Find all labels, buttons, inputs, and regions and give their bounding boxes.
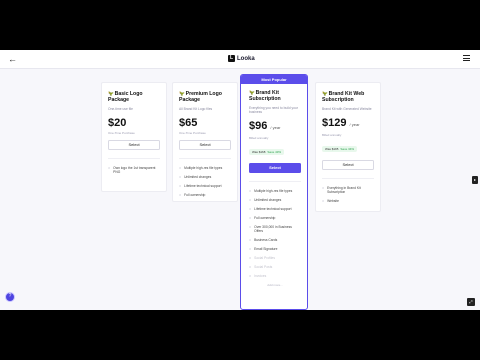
- plan-title: 🦖Brand Kit Web Subscription: [322, 91, 365, 104]
- feature-item: ○ Multiple high-res file types: [179, 165, 223, 170]
- expand-icon[interactable]: ⤢: [467, 298, 475, 306]
- check-icon: ○: [249, 206, 252, 211]
- brand-mark-icon: L: [228, 55, 235, 62]
- back-button[interactable]: ←: [8, 54, 17, 64]
- feature-list: ○ Multiple high-res file types ○ Unlimited…: [179, 166, 231, 197]
- brand-name: Looka: [237, 55, 255, 62]
- plan-price: $20: [108, 116, 127, 129]
- plan-card-brand-kit: Most Popular 🦖Brand Kit Subscription Eve…: [240, 74, 308, 310]
- check-icon: ○: [179, 192, 182, 197]
- plan-price: $96 / year: [249, 119, 281, 132]
- check-icon: ○: [249, 273, 252, 278]
- check-icon: ○: [322, 185, 325, 190]
- divider: [249, 180, 301, 182]
- brand-logo[interactable]: L Looka: [228, 55, 255, 62]
- most-popular-banner: Most Popular: [241, 75, 307, 84]
- feature-item: ○ Social Posts: [249, 264, 273, 269]
- feature-item: ○ Own logo the 1st transparent PNG: [108, 165, 156, 174]
- feature-item: ○ Lifetime technical support: [249, 206, 292, 211]
- check-icon: ○: [108, 165, 111, 170]
- select-premium-button[interactable]: Select: [179, 139, 231, 150]
- feature-item: ○ Multiple high-res file types: [249, 188, 293, 193]
- feature-item: ○ Business Cards: [249, 237, 278, 242]
- feature-item: ○ Everything in Brand Kit Subscription: [322, 185, 361, 194]
- check-icon: ○: [249, 255, 252, 260]
- check-icon: ○: [249, 224, 252, 229]
- select-brand-kit-web-button[interactable]: Select: [322, 159, 374, 170]
- select-basic-button[interactable]: Select: [108, 139, 160, 150]
- plan-card-premium: 🦖Premium Logo Package All Brand Kit Logo…: [172, 82, 238, 202]
- check-icon: ○: [179, 174, 182, 179]
- plan-title: 🦖Brand Kit Subscription: [249, 90, 281, 103]
- plan-icon: 🦖: [108, 91, 114, 96]
- menu-button[interactable]: [463, 55, 470, 61]
- plan-icon: 🦖: [179, 91, 185, 96]
- plan-title: 🦖Basic Logo Package: [108, 91, 143, 104]
- plan-card-brand-kit-web: 🦖Brand Kit Web Subscription Brand Kit wi…: [315, 82, 381, 212]
- feature-list: ○ Everything in Brand Kit Subscription ○ W…: [322, 186, 374, 203]
- feature-item: ○ Invoices: [249, 273, 267, 278]
- check-icon: ○: [249, 197, 252, 202]
- feature-item: ○ Full ownership: [249, 215, 276, 220]
- feature-item: ○ Over 300,000 in Business Offers: [249, 224, 292, 233]
- check-icon: ○: [249, 215, 252, 220]
- price-note: One-Time Purchase: [108, 130, 135, 135]
- price-note: One-Time Purchase: [179, 130, 206, 135]
- check-icon: ○: [249, 188, 252, 193]
- plan-price: $65: [179, 116, 198, 129]
- divider: [179, 157, 231, 159]
- check-icon: ○: [249, 246, 252, 251]
- top-bar: ← L Looka: [0, 50, 480, 69]
- help-chat-icon[interactable]: ?: [5, 292, 15, 302]
- price-note: Billed annually: [322, 132, 342, 137]
- feature-item: ○ Unlimited changes: [249, 197, 282, 202]
- add-more-link[interactable]: Add more...: [249, 283, 301, 287]
- plan-price: $129 / year: [322, 116, 360, 129]
- check-icon: ○: [179, 165, 182, 170]
- divider: [108, 157, 160, 159]
- check-icon: ○: [249, 237, 252, 242]
- feature-list: ○ Multiple high-res file types ○ Unlimited…: [249, 189, 301, 278]
- price-note: Billed annually: [249, 135, 269, 140]
- check-icon: ○: [249, 264, 252, 269]
- plan-icon: 🦖: [322, 91, 328, 96]
- plan-description: Brand Kit with Generated Website: [322, 106, 372, 111]
- plan-description: Everything you need to build your busine…: [249, 105, 298, 114]
- savings-badge: Was $168 Save 43%: [249, 148, 285, 155]
- plan-description: One-time use file: [108, 106, 133, 111]
- arrow-left-icon: ←: [8, 54, 17, 64]
- feature-item: ○ Full ownership: [179, 192, 206, 197]
- divider: [322, 177, 374, 179]
- feature-item: ○ Social Profiles: [249, 255, 276, 260]
- savings-badge: Was $195 Save 34%: [322, 145, 358, 152]
- feature-item: ○ Website: [322, 198, 339, 203]
- select-brand-kit-button[interactable]: Select: [249, 162, 301, 173]
- feature-item: ○ Unlimited changes: [179, 174, 212, 179]
- feature-item: ○ Lifetime technical support: [179, 183, 222, 188]
- plan-icon: 🦖: [249, 90, 255, 95]
- check-icon: ○: [322, 198, 325, 203]
- feature-item: ○ Email Signature: [249, 246, 278, 251]
- plan-card-basic: 🦖Basic Logo Package One-time use file $2…: [101, 82, 167, 192]
- plan-title: 🦖Premium Logo Package: [179, 91, 222, 104]
- plan-description: All Brand Kit Logo files: [179, 106, 213, 111]
- feedback-icon[interactable]: ▸: [472, 176, 478, 184]
- check-icon: ○: [179, 183, 182, 188]
- feature-list: ○ Own logo the 1st transparent PNG: [108, 166, 160, 174]
